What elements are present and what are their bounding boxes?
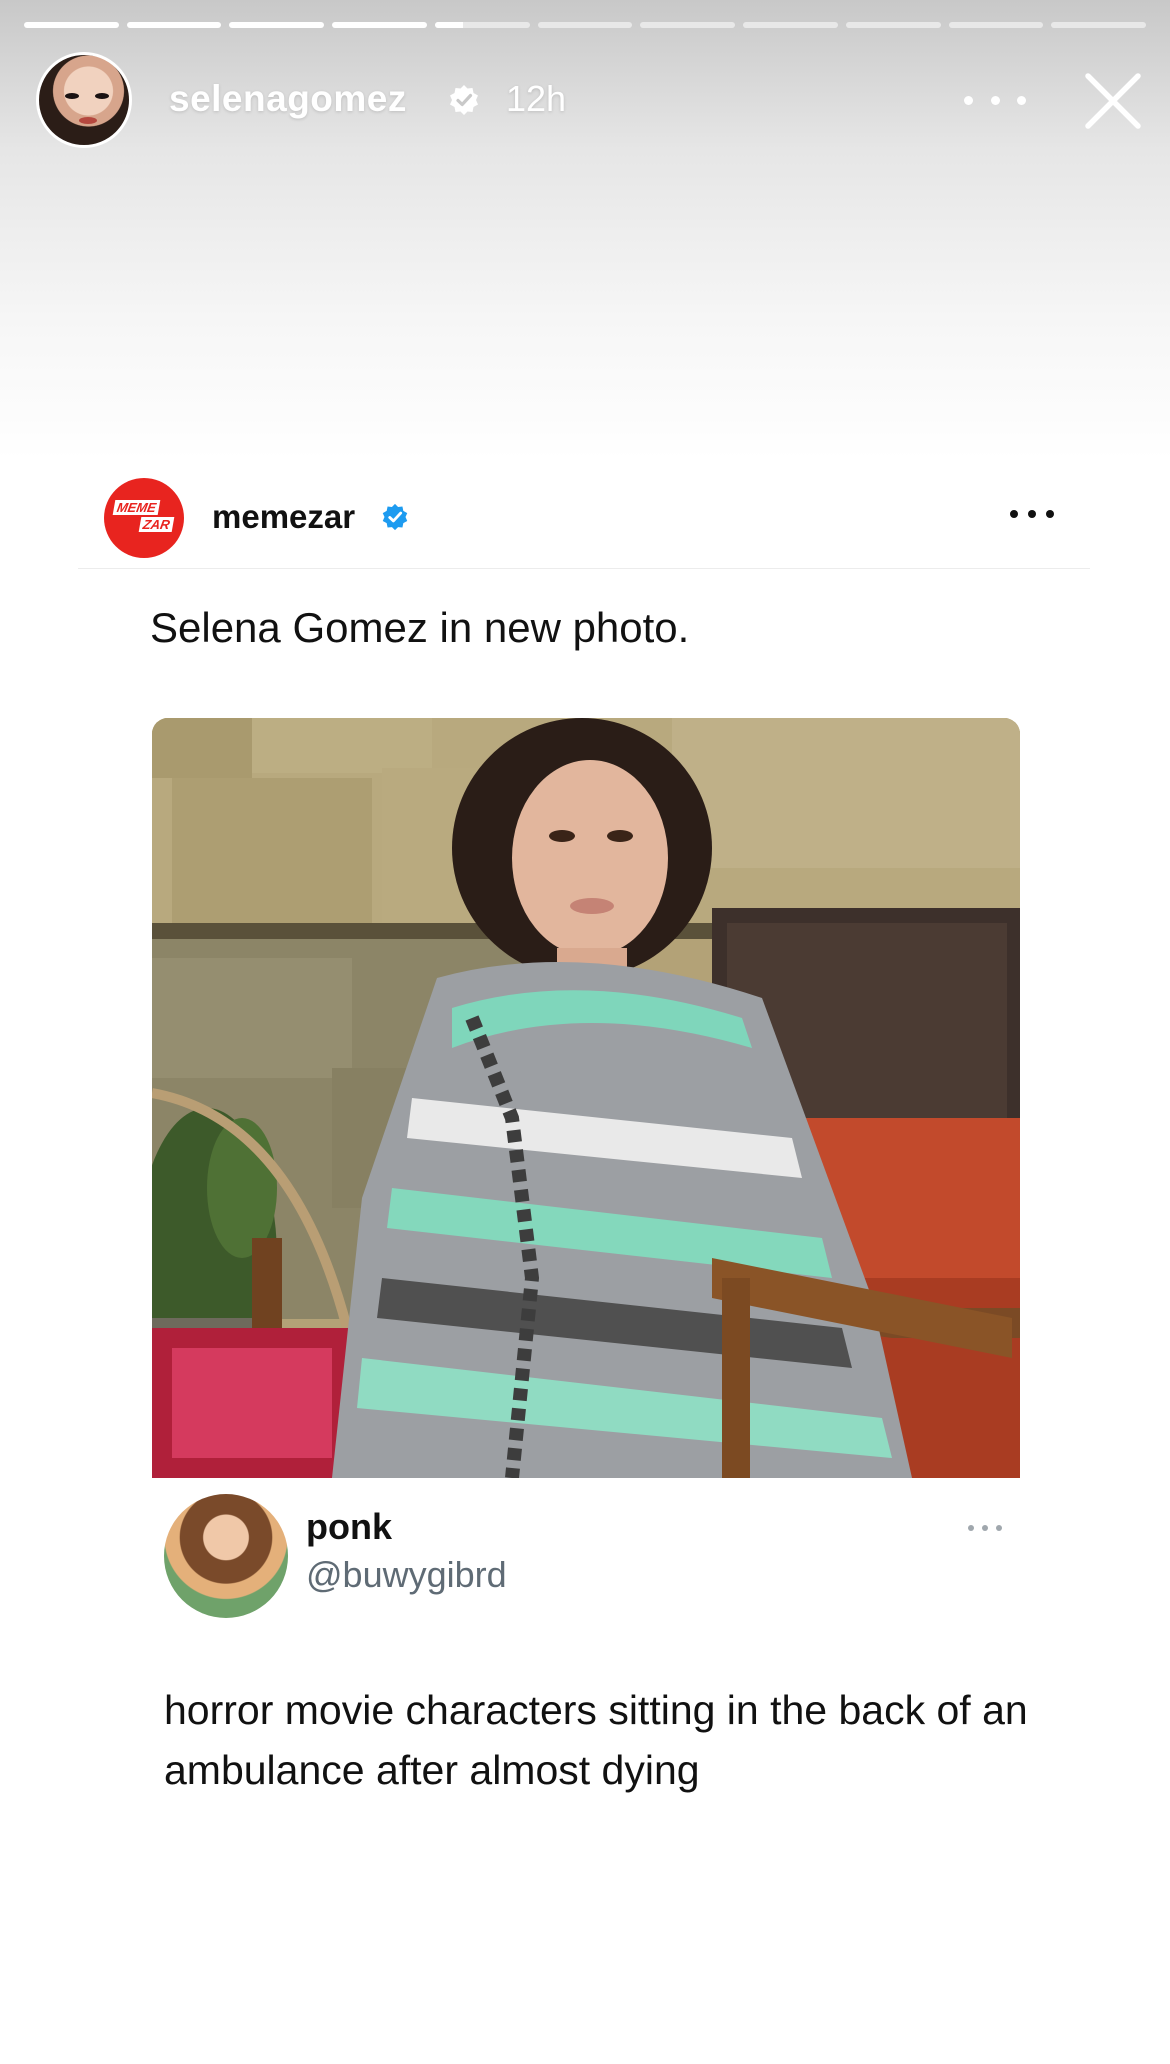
verified-badge-icon	[450, 85, 478, 115]
tweet-text: horror movie characters sitting in the b…	[164, 1687, 1028, 1793]
story-progress-segment	[332, 22, 427, 28]
story-header: selenagomez 12h	[36, 52, 1146, 152]
post-more-icon[interactable]	[1010, 508, 1054, 520]
story-progress-segment	[229, 22, 325, 28]
memezar-logo[interactable]: MEME ZAR	[104, 478, 184, 558]
story-viewer: selenagomez 12h MEME ZAR memezar Selena …	[0, 0, 1170, 2064]
story-progress-segment	[434, 22, 530, 28]
story-timestamp: 12h	[506, 78, 567, 119]
story-progress-segment	[126, 22, 222, 28]
logo-text-line2: ZAR	[138, 517, 175, 532]
story-progress-segment	[1051, 22, 1147, 28]
story-progress-segment	[24, 22, 119, 28]
logo-text-line1: MEME	[112, 500, 161, 515]
story-username[interactable]: selenagomez	[169, 78, 407, 120]
post-photo	[152, 718, 1020, 1478]
avatar[interactable]	[36, 52, 132, 148]
close-icon[interactable]	[1080, 68, 1146, 134]
tweet-avatar[interactable]	[164, 1494, 288, 1618]
story-progress-segment	[537, 22, 633, 28]
story-progress-segment	[743, 22, 838, 28]
story-progress-segment	[948, 22, 1044, 28]
verified-badge-icon	[382, 503, 408, 531]
story-progress-segment	[845, 22, 941, 28]
story-progress-bar	[24, 22, 1147, 28]
tweet-handle[interactable]: @buwygibrd	[306, 1554, 507, 1596]
post-caption: Selena Gomez in new photo.	[150, 604, 690, 651]
post-header: MEME ZAR memezar	[78, 468, 1090, 569]
tweet-more-icon[interactable]	[968, 1524, 1002, 1532]
more-horizontal-icon[interactable]	[964, 84, 1026, 116]
tweet-author-name[interactable]: ponk	[306, 1506, 392, 1548]
story-progress-segment	[640, 22, 736, 28]
post-author-name[interactable]: memezar	[212, 498, 355, 536]
shared-post-card[interactable]: MEME ZAR memezar Selena Gomez in new pho…	[78, 468, 1090, 1838]
